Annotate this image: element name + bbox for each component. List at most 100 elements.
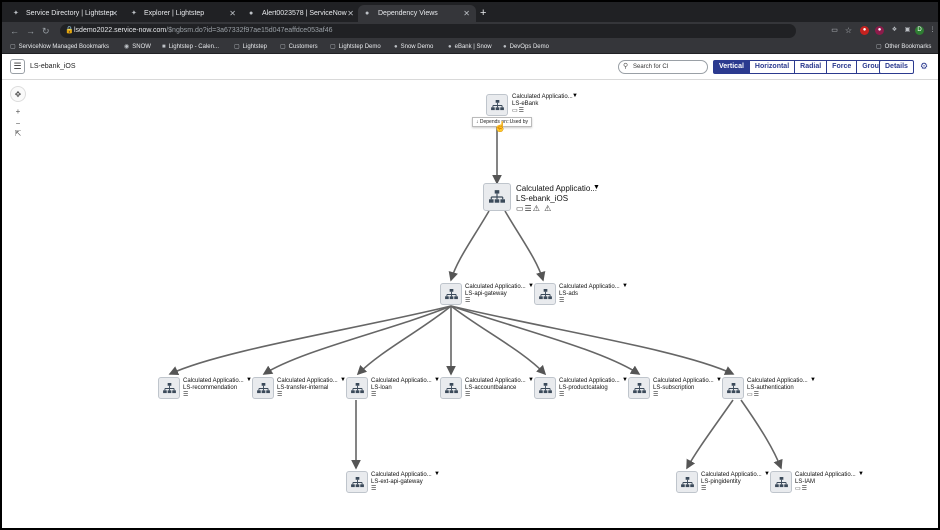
- node-dropdown-icon[interactable]: ▼: [858, 471, 864, 477]
- bookmark-item[interactable]: ▢ Customers: [280, 40, 318, 54]
- reload-icon[interactable]: ↻: [42, 24, 50, 38]
- new-tab-button[interactable]: +: [480, 5, 486, 22]
- node-name: LS-ads: [559, 291, 579, 297]
- bookmark-item[interactable]: ▢ Lightstep Demo: [330, 40, 381, 54]
- application-icon: [158, 377, 180, 399]
- node-badges: ☰: [465, 298, 472, 304]
- forward-arrow-icon[interactable]: →: [26, 24, 35, 38]
- bookmark-item[interactable]: ■ Lightstep - Calen...: [162, 40, 219, 54]
- node-dropdown-icon[interactable]: ▼: [572, 93, 578, 99]
- url-input[interactable]: 🔒 lsdemo2022.service-now.com/$ngbsm.do?i…: [60, 24, 796, 38]
- tab-label: Service Directory | Lightstep: [26, 10, 114, 17]
- node-class: Calculated Applicatio...: [747, 378, 808, 384]
- node-class: Calculated Applicatio...: [183, 378, 244, 384]
- node-name: LS-subscription: [653, 385, 695, 391]
- edge: [504, 210, 546, 282]
- calendar-icon: ■: [162, 44, 166, 50]
- application-icon: [676, 471, 698, 493]
- view-radial-button[interactable]: Radial: [795, 60, 828, 74]
- node-label: Calculated Applicatio... LS-ebank_iOS ▭☰…: [516, 184, 597, 214]
- share-icon[interactable]: ▭: [830, 26, 839, 35]
- bookmark-item[interactable]: ▢ Lightstep: [234, 40, 267, 54]
- folder-icon: ▢: [330, 44, 336, 50]
- view-force-button[interactable]: Force: [827, 60, 858, 74]
- node-name: LS-ebank_iOS: [516, 194, 569, 203]
- node-dropdown-icon[interactable]: ▼: [593, 184, 600, 191]
- view-vertical-button[interactable]: Vertical: [713, 60, 750, 74]
- hamburger-menu-button[interactable]: ☰: [10, 59, 25, 74]
- bookmark-item[interactable]: ● eBank | Snow: [448, 40, 492, 54]
- application-icon: [346, 377, 368, 399]
- snow-icon: ◉: [124, 44, 130, 50]
- close-icon[interactable]: ✕: [347, 5, 354, 22]
- bookmark-item[interactable]: ◉ SNOW: [124, 40, 151, 54]
- menu-icon[interactable]: ⋮: [928, 26, 937, 35]
- cursor-icon: ☝: [494, 122, 507, 133]
- node-name: LS-recommendation: [183, 385, 238, 391]
- select-tool-icon[interactable]: ⇱: [10, 126, 26, 142]
- details-button[interactable]: Details: [879, 60, 914, 74]
- node-badges: ☰: [371, 392, 378, 398]
- node-name: LS-ext-api-gateway: [371, 479, 423, 485]
- bookmark-item[interactable]: ● Snow Demo: [394, 40, 433, 54]
- node-dropdown-icon[interactable]: ▼: [622, 283, 628, 289]
- filter-settings-icon[interactable]: ⚙: [920, 61, 928, 72]
- dependency-graph-canvas[interactable]: ✥ + − ⇱ Calculated Applicatio... LS-eBan…: [2, 80, 938, 528]
- servicenow-icon: ●: [365, 10, 370, 17]
- node-dropdown-icon[interactable]: ▼: [434, 471, 440, 477]
- close-icon[interactable]: ✕: [111, 5, 118, 22]
- node-name: LS-api-gateway: [465, 291, 507, 297]
- edge: [450, 305, 735, 375]
- servicenow-icon: ●: [249, 10, 254, 17]
- application-icon: [486, 94, 508, 116]
- close-icon[interactable]: ✕: [463, 5, 470, 22]
- sidepanel-icon[interactable]: ▣: [903, 26, 912, 35]
- node-badges: ▭☰: [512, 108, 526, 114]
- node-name: LS-eBank: [512, 101, 539, 107]
- node-name: LS-productcatalog: [559, 385, 608, 391]
- tab-explorer[interactable]: ✦ Explorer | Lightstep ✕: [124, 5, 242, 22]
- node-name: LS-accountbalance: [465, 385, 517, 391]
- pan-control-icon[interactable]: ✥: [10, 86, 26, 102]
- node-class: Calculated Applicatio...: [653, 378, 714, 384]
- search-icon: ⚲: [623, 63, 629, 70]
- view-horizontal-button[interactable]: Horizontal: [749, 60, 796, 74]
- node-badges: ☰: [559, 298, 566, 304]
- tab-dependency-views[interactable]: ● Dependency Views ✕: [358, 5, 476, 22]
- lightstep-icon: ✦: [131, 10, 137, 17]
- tab-service-directory[interactable]: ✦ Service Directory | Lightstep ✕: [6, 5, 124, 22]
- tab-alert[interactable]: ● Alert0023578 | ServiceNow ✕: [242, 5, 360, 22]
- search-placeholder: Search for CI: [633, 64, 669, 70]
- node-class: Calculated Applicatio...: [559, 378, 620, 384]
- application-icon: [440, 283, 462, 305]
- close-icon[interactable]: ✕: [229, 5, 236, 22]
- node-dropdown-icon[interactable]: ▼: [810, 377, 816, 383]
- node-class: Calculated Applicatio...: [512, 94, 573, 100]
- folder-icon: ▢: [876, 44, 882, 50]
- extension-icon[interactable]: ●: [860, 26, 869, 35]
- tab-label: Alert0023578 | ServiceNow: [262, 10, 347, 17]
- back-arrow-icon[interactable]: ←: [10, 24, 19, 38]
- folder-icon: ▢: [10, 44, 16, 50]
- extension-icon[interactable]: ●: [875, 26, 884, 35]
- profile-avatar[interactable]: D: [915, 26, 924, 35]
- tab-bar: ✦ Service Directory | Lightstep ✕ ✦ Expl…: [2, 2, 938, 22]
- other-bookmarks[interactable]: ▢ Other Bookmarks: [876, 40, 931, 54]
- search-ci-input[interactable]: ⚲ Search for CI: [618, 60, 708, 74]
- node-class: Calculated Applicatio...: [701, 472, 762, 478]
- star-icon[interactable]: ☆: [844, 26, 853, 35]
- node-label: Calculated Applicatio... LS-IAM ▭☰: [795, 472, 856, 493]
- node-badges: ☰: [183, 392, 190, 398]
- node-label: Calculated Applicatio... LS-accountbalan…: [465, 378, 526, 399]
- servicenow-icon: ●: [503, 44, 507, 50]
- bookmark-item[interactable]: ● DevOps Demo: [503, 40, 549, 54]
- bookmark-item[interactable]: ▢ ServiceNow Managed Bookmarks: [10, 40, 109, 54]
- puzzle-icon[interactable]: ❖: [890, 26, 899, 35]
- node-class: Calculated Applicatio...: [465, 378, 526, 384]
- application-icon: [534, 377, 556, 399]
- node-badges: ☰: [701, 486, 708, 492]
- node-name: LS-transfer-internal: [277, 385, 329, 391]
- node-badges: ▭☰⚠ ⚠: [516, 204, 553, 213]
- node-label: Calculated Applicatio... LS-recommendati…: [183, 378, 244, 399]
- node-label: Calculated Applicatio... LS-loan ☰: [371, 378, 432, 399]
